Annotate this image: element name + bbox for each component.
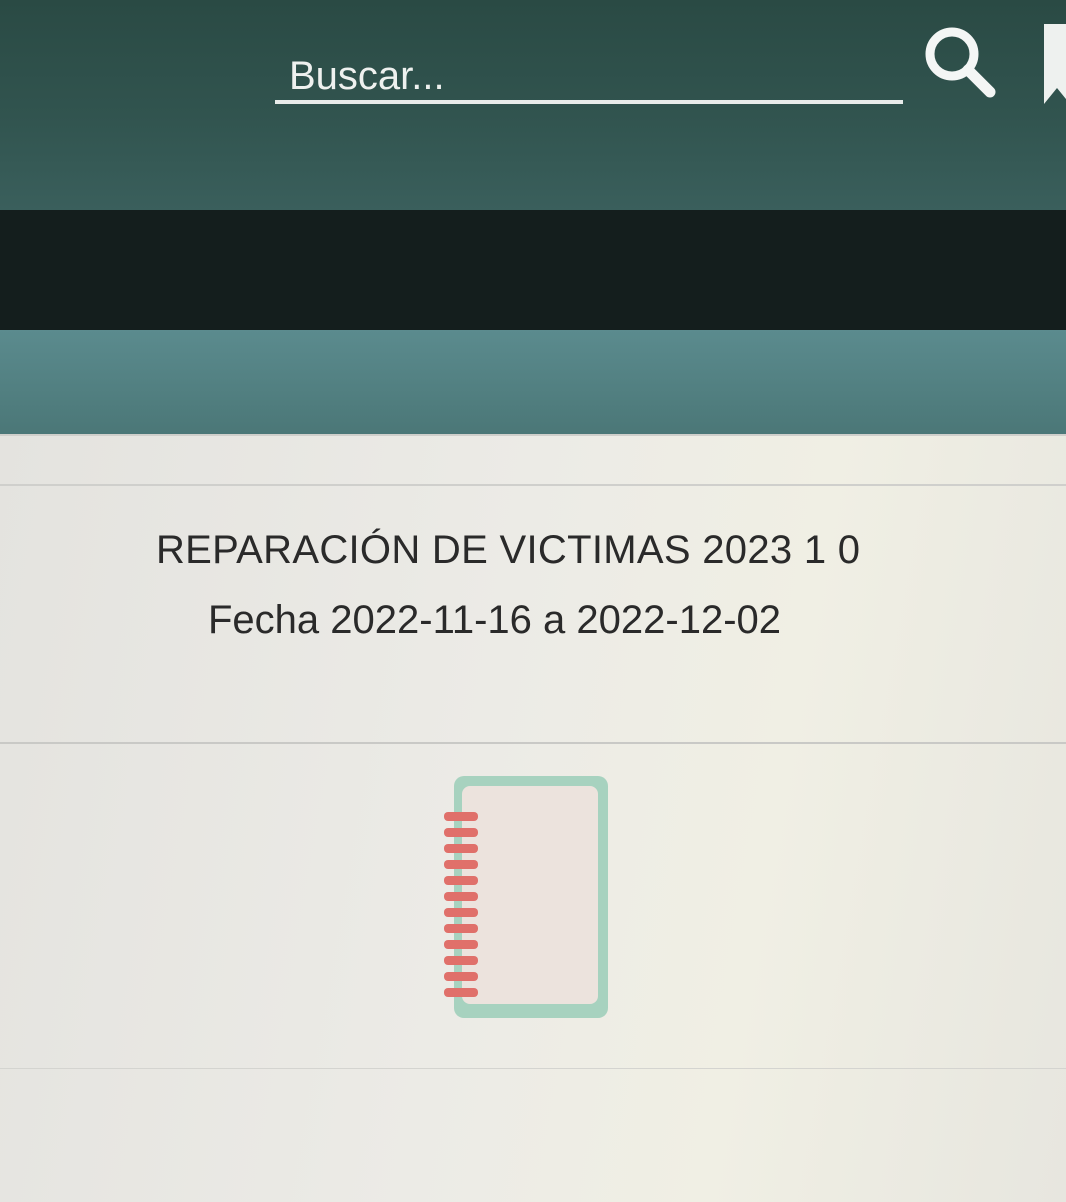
notebook-icon (444, 776, 608, 1018)
search-field[interactable] (275, 52, 903, 104)
search-button[interactable] (920, 22, 1000, 102)
search-input[interactable] (275, 52, 903, 100)
report-date-range: Fecha 2022-11-16 a 2022-12-02 (208, 598, 782, 642)
search-icon (925, 27, 996, 98)
top-header (0, 0, 1066, 210)
card-divider-bottom (0, 1068, 1066, 1069)
report-title: REPARACIÓN DE VICTIMAS 2023 1 0 (156, 528, 861, 572)
bookmark-icon (1044, 24, 1066, 104)
open-report-button[interactable] (440, 770, 620, 1020)
card-divider-top (0, 484, 1066, 486)
teal-band (0, 330, 1066, 440)
dark-band (0, 210, 1066, 330)
report-card: REPARACIÓN DE VICTIMAS 2023 1 0 Fecha 20… (0, 434, 1066, 1202)
card-divider (0, 742, 1066, 744)
bookmark-button[interactable] (1040, 14, 1066, 104)
